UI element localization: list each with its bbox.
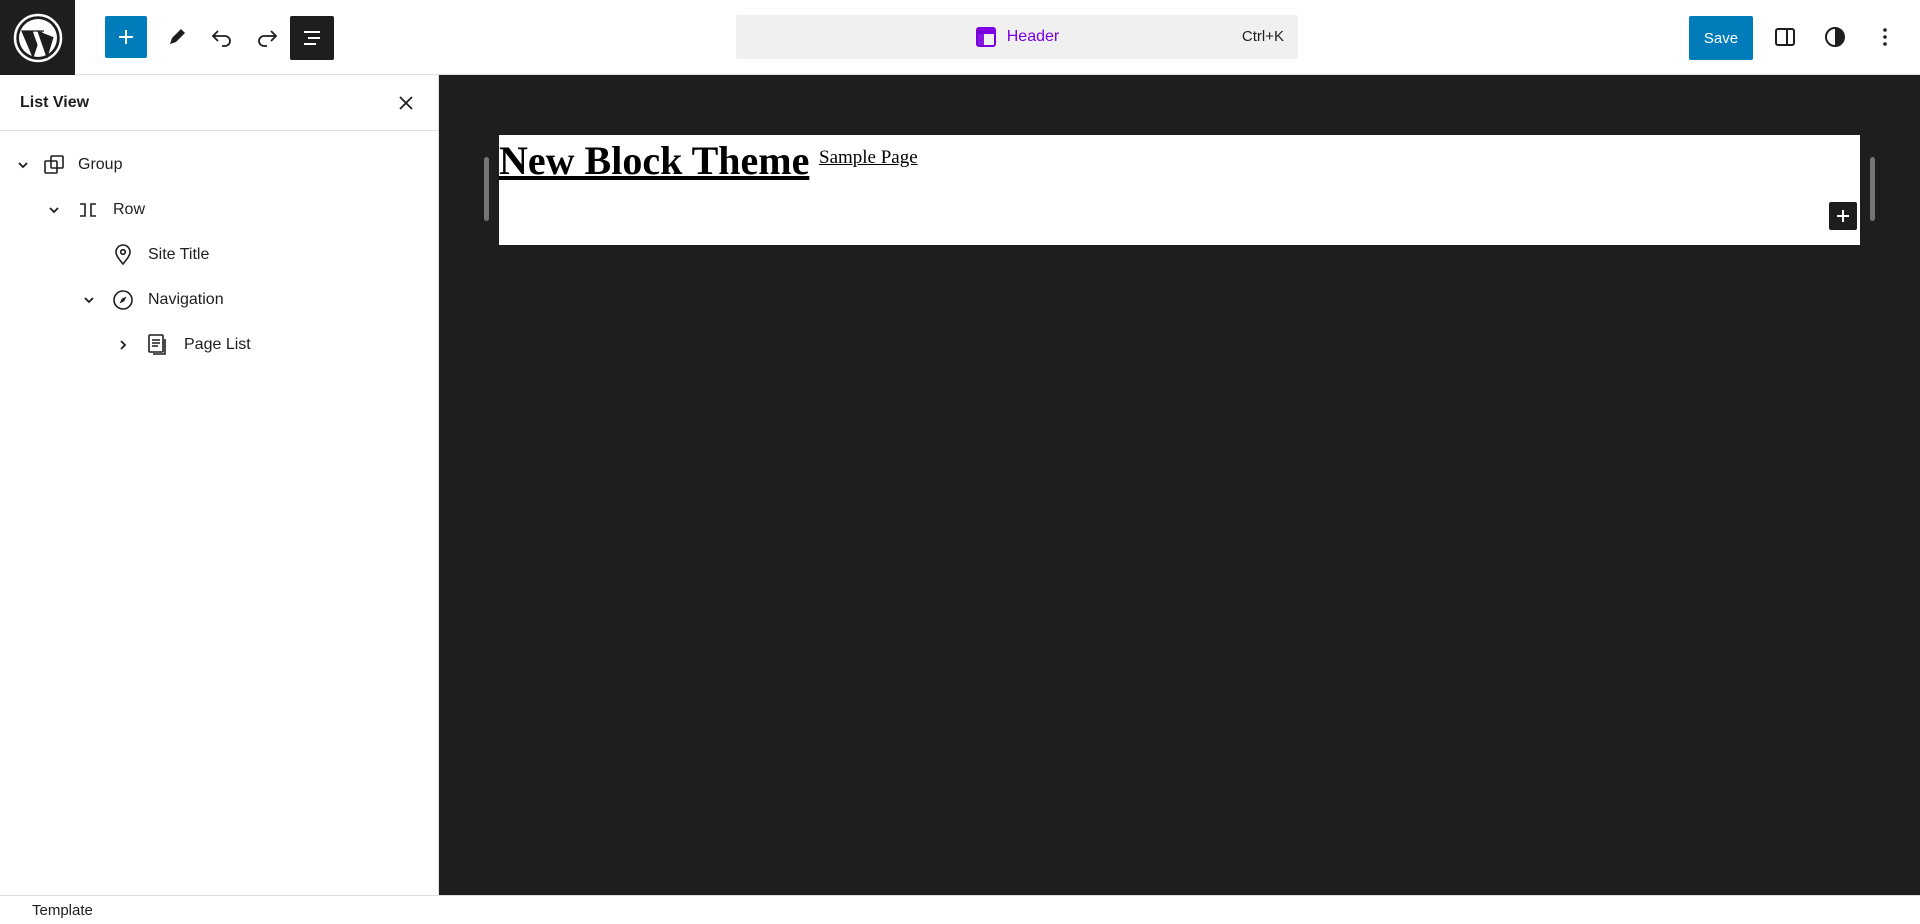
row-icon — [75, 197, 101, 223]
chevron-right-icon[interactable] — [113, 335, 133, 355]
wordpress-logo-icon[interactable] — [0, 0, 75, 75]
undo-button[interactable] — [201, 16, 243, 58]
tree-item-label: Group — [78, 155, 123, 173]
pencil-icon — [170, 29, 185, 44]
tools-button[interactable] — [156, 16, 198, 58]
save-button[interactable]: Save — [1689, 16, 1753, 60]
breadcrumb[interactable]: Template — [32, 902, 93, 919]
block-tree: Group Row Site Title Navigation Page Lis… — [0, 131, 438, 367]
list-view-panel: List View Group Row Site Title Navigatio… — [0, 75, 439, 895]
tree-item-page-list[interactable]: Page List — [0, 322, 438, 367]
compass-icon — [110, 287, 136, 313]
tree-item-label: Row — [113, 200, 146, 218]
chevron-down-icon[interactable] — [79, 290, 99, 310]
close-icon — [399, 95, 413, 110]
site-title[interactable]: New Block Theme — [499, 137, 809, 184]
chevron-down-icon[interactable] — [13, 155, 33, 175]
chevron-down-icon[interactable] — [44, 200, 64, 220]
settings-button[interactable] — [1764, 16, 1806, 58]
editor-canvas: New Block Theme Sample Page — [439, 75, 1920, 895]
page-list-icon — [145, 332, 171, 358]
redo-button[interactable] — [246, 16, 288, 58]
command-palette-button[interactable]: Header Ctrl+K — [736, 15, 1298, 59]
tree-item-navigation[interactable]: Navigation — [0, 277, 438, 322]
styles-button[interactable] — [1814, 16, 1856, 58]
options-button[interactable] — [1864, 16, 1906, 58]
tree-item-label: Navigation — [148, 290, 224, 308]
tree-item-label: Site Title — [148, 245, 210, 263]
sidebar-icon — [1775, 28, 1795, 46]
list-view-button[interactable] — [290, 16, 334, 60]
resize-handle-left[interactable] — [484, 157, 489, 221]
site-editor: Header Ctrl+K Save List View Group Row S… — [0, 0, 1920, 924]
vertical-dots-icon — [1883, 28, 1887, 46]
half-circle-contrast-icon — [1825, 27, 1845, 47]
map-pin-icon — [110, 242, 136, 268]
keyboard-shortcut: Ctrl+K — [1241, 28, 1284, 45]
group-icon — [41, 152, 67, 178]
block-inserter-button[interactable] — [1829, 202, 1857, 230]
plus-icon — [119, 30, 133, 44]
command-title-label: Header — [1006, 28, 1060, 45]
tree-item-label: Page List — [184, 335, 251, 353]
list-view-icon — [304, 31, 320, 45]
command-title: Header — [975, 26, 1059, 48]
list-view-title: List View — [20, 93, 90, 111]
plus-icon — [1837, 210, 1849, 222]
navigation-link-sample-page[interactable]: Sample Page — [819, 147, 918, 169]
header-template-part[interactable]: New Block Theme Sample Page — [499, 135, 1860, 245]
close-list-view-button[interactable] — [394, 91, 418, 115]
list-view-header: List View — [0, 75, 438, 131]
tree-item-row[interactable]: Row — [0, 187, 438, 232]
template-part-icon — [975, 27, 996, 47]
tree-item-site-title[interactable]: Site Title — [0, 232, 438, 277]
tree-item-group[interactable]: Group — [0, 142, 438, 187]
editor-footer: Template — [0, 895, 1920, 924]
editor-header: Header Ctrl+K Save — [0, 0, 1920, 75]
undo-icon — [211, 30, 231, 47]
resize-handle-right[interactable] — [1870, 157, 1875, 221]
redo-icon — [258, 30, 278, 47]
add-block-button[interactable] — [105, 16, 147, 58]
